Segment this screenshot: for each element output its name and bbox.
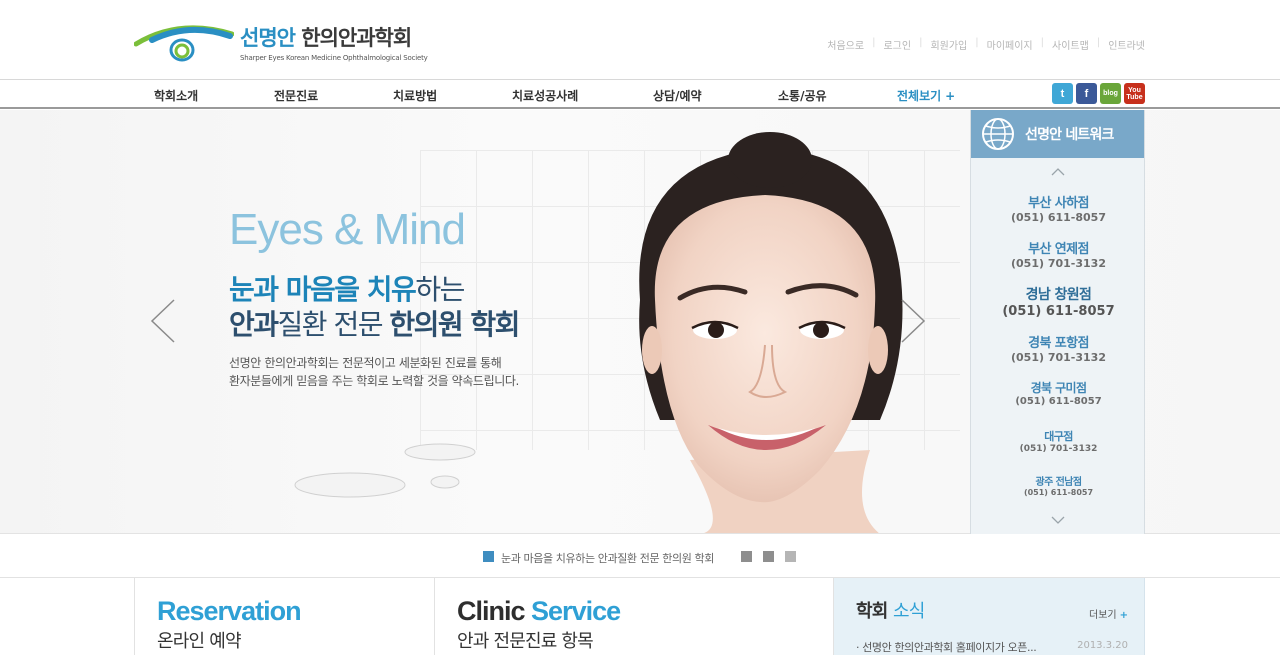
- branch-name: 대구점: [1044, 430, 1073, 443]
- util-mypage-link[interactable]: 마이페이지: [987, 37, 1033, 52]
- branch-name: 부산 연제점: [1028, 242, 1089, 257]
- util-home-link[interactable]: 처음으로: [827, 37, 864, 52]
- news-title: 학회 소식: [856, 597, 925, 623]
- nav-item-consult[interactable]: 상담/예약: [653, 87, 702, 104]
- hero-title-english: Eyes & Mind: [229, 205, 466, 254]
- logo-title-secondary: 한의안과학회: [301, 26, 412, 50]
- news-more-label: 더보기: [1089, 610, 1117, 621]
- util-join-link[interactable]: 회원가입: [930, 37, 967, 52]
- news-list-item[interactable]: · 선명안 한의안과학회 홈페이지가 오픈...: [856, 639, 1037, 655]
- news-title-b: 소식: [893, 601, 925, 622]
- slide-indicator: 눈과 마음을 치유하는 안과질환 전문 한의원 학회: [0, 535, 1280, 578]
- news-date: 2013.3.20: [1077, 640, 1128, 651]
- slide-pager-2[interactable]: [763, 551, 774, 562]
- water-drops-decoration: [294, 443, 476, 498]
- hero-description: 선명안 한의안과학회는 전문적이고 세분화된 진료를 통해 환자분들에게 믿음을…: [229, 354, 519, 390]
- blog-icon[interactable]: blog: [1100, 83, 1121, 104]
- network-branch[interactable]: 경북 구미점 (051) 611-8057: [971, 379, 1146, 407]
- hero-description-line1: 선명안 한의안과학회는 전문적이고 세분화된 진료를 통해: [229, 356, 502, 370]
- hero-headline-line2: 안과질환 전문 한의원 학회: [229, 303, 520, 343]
- chevron-up-icon[interactable]: [1051, 168, 1065, 176]
- branch-phone: (051) 611-8057: [1011, 211, 1106, 224]
- clinic-title-ko: 안과 전문진료 항목: [457, 631, 594, 652]
- nav-item-view-all[interactable]: 전체보기 +: [897, 87, 955, 104]
- news-more-link[interactable]: 더보기 +: [1089, 606, 1128, 621]
- branch-phone: (051) 611-8057: [1002, 304, 1115, 319]
- network-branch[interactable]: 광주 전남점 (051) 611-8057: [971, 473, 1146, 497]
- main-navigation: 학회소개 전문진료 치료방법 치료성공사례 상담/예약 소통/공유 전체보기 + …: [0, 80, 1280, 109]
- util-separator: |: [1096, 37, 1101, 48]
- site-logo[interactable]: 선명안 한의안과학회 Sharper Eyes Korean Medicine …: [134, 22, 454, 68]
- logo-title: 선명안 한의안과학회: [240, 22, 412, 52]
- reservation-title-ko: 온라인 예약: [157, 631, 242, 652]
- network-branch[interactable]: 부산 사하점 (051) 611-8057: [971, 192, 1146, 224]
- slide-pager-3[interactable]: [785, 551, 796, 562]
- logo-title-primary: 선명안: [240, 26, 296, 50]
- network-header: 선명안 네트워크: [971, 110, 1144, 158]
- slide-pager-1[interactable]: [741, 551, 752, 562]
- hero-headline-highlight: 눈과 마음을 치유: [229, 273, 417, 306]
- network-title: 선명안 네트워크: [1025, 127, 1114, 143]
- reservation-title-en: Reservation: [157, 596, 302, 626]
- hero-description-line2: 환자분들에게 믿음을 주는 학회로 노력할 것을 약속드립니다.: [229, 374, 519, 388]
- branch-phone: (051) 701-3132: [1019, 444, 1098, 454]
- clinic-title-part-b: Service: [531, 596, 621, 626]
- clinic-title-en: Clinic Service: [457, 596, 621, 627]
- hero-headline-part-a: 안과: [229, 308, 279, 341]
- network-branch[interactable]: 부산 연제점 (051) 701-3132: [971, 238, 1146, 270]
- branch-phone: (051) 701-3132: [1011, 257, 1106, 270]
- next-slide-arrow-icon[interactable]: [900, 298, 926, 344]
- branch-name: 경남 창원점: [1025, 287, 1092, 303]
- news-title-a: 학회: [856, 601, 888, 622]
- nav-item-community[interactable]: 소통/공유: [778, 87, 827, 104]
- hero-headline-line1: 눈과 마음을 치유하는: [229, 268, 465, 308]
- utility-nav: 처음으로 | 로그인 | 회원가입 | 마이페이지 | 사이트맵 | 인트라넷: [827, 37, 1145, 52]
- util-intranet-link[interactable]: 인트라넷: [1108, 37, 1145, 52]
- network-branch[interactable]: 경북 포항점 (051) 701-3132: [971, 332, 1146, 364]
- nav-item-cases[interactable]: 치료성공사례: [512, 87, 578, 104]
- network-branch-active[interactable]: 경남 창원점 (051) 611-8057: [971, 284, 1146, 319]
- util-sitemap-link[interactable]: 사이트맵: [1052, 37, 1089, 52]
- branch-phone: (051) 701-3132: [1011, 351, 1106, 364]
- plus-icon: +: [945, 89, 956, 103]
- chevron-down-icon[interactable]: [1051, 516, 1065, 524]
- hero-headline-rest: 하는: [415, 273, 465, 306]
- network-branch[interactable]: 대구점 (051) 701-3132: [971, 428, 1146, 454]
- branch-phone: (051) 611-8057: [1023, 488, 1094, 497]
- util-login-link[interactable]: 로그인: [883, 37, 911, 52]
- logo-subtitle: Sharper Eyes Korean Medicine Ophthalmolo…: [240, 54, 428, 62]
- plus-icon: +: [1119, 610, 1128, 621]
- active-slide-marker: [483, 551, 494, 562]
- reservation-box[interactable]: Reservation 온라인 예약: [134, 578, 435, 655]
- sns-links: t f blog You Tube: [1052, 83, 1145, 104]
- network-panel: 선명안 네트워크 부산 사하점 (051) 611-8057 부산 연제점 (0…: [970, 110, 1145, 534]
- util-separator: |: [919, 37, 923, 48]
- news-box: 학회 소식 더보기 + · 선명안 한의안과학회 홈페이지가 오픈... 2013…: [833, 578, 1145, 655]
- nav-item-specialty[interactable]: 전문진료: [274, 87, 318, 104]
- view-all-label: 전체보기: [897, 89, 942, 103]
- prev-slide-arrow-icon[interactable]: [150, 298, 176, 344]
- util-separator: |: [872, 37, 876, 48]
- nav-item-about[interactable]: 학회소개: [154, 87, 198, 104]
- branch-name: 경북 포항점: [1028, 336, 1089, 351]
- hero-headline-part-b: 질환 전문: [277, 308, 390, 341]
- site-header: 선명안 한의안과학회 Sharper Eyes Korean Medicine …: [0, 0, 1280, 80]
- twitter-icon[interactable]: t: [1052, 83, 1073, 104]
- clinic-service-box[interactable]: Clinic Service 안과 전문진료 항목: [434, 578, 834, 655]
- branch-name: 경북 구미점: [1030, 381, 1087, 395]
- clinic-title-part-a: Clinic: [457, 596, 526, 626]
- slide-caption: 눈과 마음을 치유하는 안과질환 전문 한의원 학회: [501, 552, 714, 565]
- util-separator: |: [1040, 37, 1044, 48]
- youtube-icon[interactable]: You Tube: [1124, 83, 1145, 104]
- globe-icon: [982, 118, 1014, 150]
- hero-headline-part-c: 한의원 학회: [389, 308, 520, 341]
- nav-item-treatment[interactable]: 치료방법: [393, 87, 437, 104]
- logo-eye-icon: [134, 25, 234, 62]
- facebook-icon[interactable]: f: [1076, 83, 1097, 104]
- util-separator: |: [975, 37, 979, 48]
- branch-name: 광주 전남점: [1035, 477, 1082, 488]
- model-face-image: [639, 132, 903, 533]
- branch-name: 부산 사하점: [1028, 196, 1089, 211]
- branch-phone: (051) 611-8057: [1015, 396, 1102, 407]
